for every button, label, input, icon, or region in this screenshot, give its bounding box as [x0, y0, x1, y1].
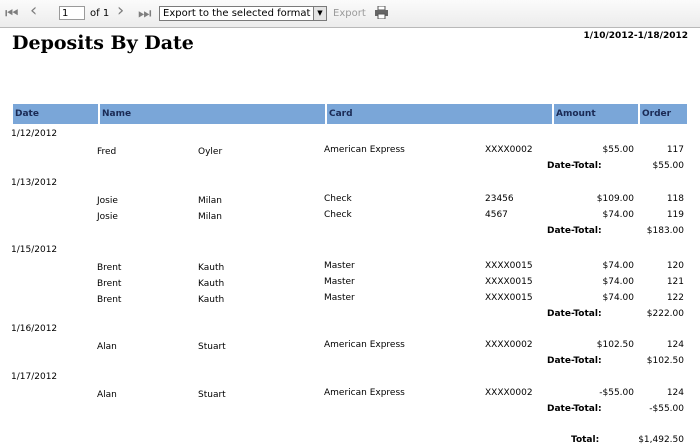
- row-card-number: XXXX0002: [485, 145, 533, 155]
- date-total-value: $102.50: [646, 356, 684, 366]
- row-last-name: Milan: [198, 196, 222, 206]
- row-amount: $55.00: [602, 145, 635, 155]
- row-card-type: Master: [324, 261, 355, 271]
- row-amount: $74.00: [602, 293, 635, 303]
- report-toolbar: ⏮ ‹ of 1 › ⏭ Export to the selected form…: [0, 0, 700, 28]
- first-page-icon[interactable]: ⏮: [5, 5, 19, 21]
- date-total-value: $55.00: [652, 161, 685, 171]
- row-card-number: XXXX0002: [485, 340, 533, 350]
- date-total-label: Date-Total:: [547, 356, 602, 366]
- date-total-value: $183.00: [646, 226, 684, 236]
- group-date: 1/12/2012: [11, 129, 58, 139]
- row-order: 124: [666, 388, 684, 398]
- row-card-number: XXXX0015: [485, 261, 533, 271]
- row-first-name: Josie: [97, 212, 118, 222]
- row-card-type: Check: [324, 194, 352, 204]
- row-last-name: Kauth: [198, 279, 225, 289]
- date-total-value: $222.00: [646, 309, 684, 319]
- column-header-amount: Amount: [554, 104, 638, 124]
- row-amount: $102.50: [596, 340, 634, 350]
- last-page-icon[interactable]: ⏭: [138, 5, 152, 21]
- row-order: 119: [666, 210, 684, 220]
- row-order: 124: [666, 340, 684, 350]
- date-total-label: Date-Total:: [547, 404, 602, 414]
- row-card-number: 23456: [485, 194, 514, 204]
- dropdown-arrow-icon[interactable]: ▼: [313, 7, 326, 20]
- row-card-type: American Express: [324, 340, 405, 350]
- group-date: 1/17/2012: [11, 372, 58, 382]
- column-header-name: Name: [100, 104, 325, 124]
- row-amount: $109.00: [596, 194, 634, 204]
- row-order: 118: [666, 194, 684, 204]
- row-card-type: Master: [324, 277, 355, 287]
- row-last-name: Milan: [198, 212, 222, 222]
- row-card-number: 4567: [485, 210, 508, 220]
- row-order: 122: [666, 293, 684, 303]
- print-icon[interactable]: [374, 6, 389, 19]
- export-format-value: Export to the selected format: [163, 8, 311, 19]
- date-total-label: Date-Total:: [547, 161, 602, 171]
- grand-total-value: $1,492.50: [638, 435, 684, 445]
- row-first-name: Alan: [97, 342, 117, 352]
- row-last-name: Stuart: [198, 342, 226, 352]
- next-page-icon[interactable]: ›: [117, 2, 124, 20]
- report-date-range: 1/10/2012-1/18/2012: [583, 31, 688, 41]
- row-amount: $74.00: [602, 210, 635, 220]
- row-card-type: American Express: [324, 388, 405, 398]
- row-first-name: Fred: [97, 147, 117, 157]
- row-amount: $74.00: [602, 261, 635, 271]
- row-amount: -$55.00: [599, 388, 634, 398]
- export-button[interactable]: Export: [333, 8, 366, 19]
- row-last-name: Kauth: [198, 295, 225, 305]
- row-order: 120: [666, 261, 684, 271]
- group-date: 1/16/2012: [11, 324, 58, 334]
- row-card-number: XXXX0002: [485, 388, 533, 398]
- date-total-value: -$55.00: [649, 404, 684, 414]
- row-card-type: Check: [324, 210, 352, 220]
- row-card-type: Master: [324, 293, 355, 303]
- row-amount: $74.00: [602, 277, 635, 287]
- row-card-type: American Express: [324, 145, 405, 155]
- row-order: 117: [666, 145, 684, 155]
- column-header-date: Date: [13, 104, 98, 124]
- row-card-number: XXXX0015: [485, 277, 533, 287]
- row-first-name: Alan: [97, 390, 117, 400]
- row-first-name: Brent: [97, 295, 122, 305]
- page-count-label: of 1: [90, 8, 110, 19]
- group-date: 1/13/2012: [11, 178, 58, 188]
- group-date: 1/15/2012: [11, 245, 58, 255]
- row-first-name: Brent: [97, 279, 122, 289]
- date-total-label: Date-Total:: [547, 309, 602, 319]
- row-first-name: Brent: [97, 263, 122, 273]
- previous-page-icon[interactable]: ‹: [30, 2, 37, 20]
- column-header-order: Order: [640, 104, 687, 124]
- row-first-name: Josie: [97, 196, 118, 206]
- row-order: 121: [666, 277, 684, 287]
- grand-total-label: Total:: [571, 435, 600, 445]
- page-number-input[interactable]: [59, 6, 85, 20]
- row-last-name: Oyler: [198, 147, 223, 157]
- row-last-name: Stuart: [198, 390, 226, 400]
- column-header-card: Card: [327, 104, 552, 124]
- row-last-name: Kauth: [198, 263, 225, 273]
- row-card-number: XXXX0015: [485, 293, 533, 303]
- date-total-label: Date-Total:: [547, 226, 602, 236]
- export-format-select[interactable]: Export to the selected format ▼: [159, 6, 327, 21]
- report-title: Deposits By Date: [12, 32, 194, 54]
